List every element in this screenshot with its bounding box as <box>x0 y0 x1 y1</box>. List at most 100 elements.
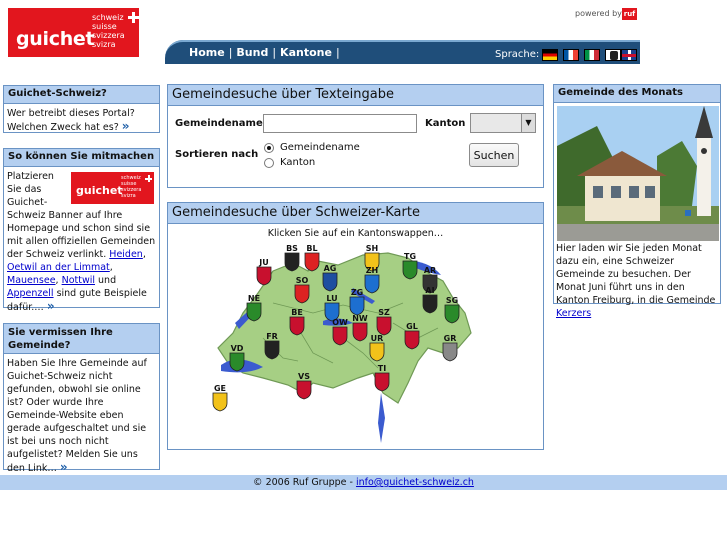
canton-shield-ow-icon[interactable] <box>332 326 348 346</box>
logo-word: guichet <box>16 28 95 50</box>
link-kerzers[interactable]: Kerzers <box>556 308 591 319</box>
canton-shield-bl-icon[interactable] <box>304 252 320 272</box>
canton-crest-ju[interactable]: JU <box>256 258 272 286</box>
more-arrow-icon[interactable]: » <box>122 119 130 133</box>
sort-label: Sortieren nach <box>175 149 259 160</box>
logo-lang-it: svizzera <box>92 31 125 40</box>
more-arrow-icon[interactable]: » <box>60 460 68 474</box>
canton-crest-bl[interactable]: BL <box>304 244 320 272</box>
link-oetwil[interactable]: Oetwil an der Limmat <box>7 262 110 273</box>
canton-crest-fr[interactable]: FR <box>264 332 280 360</box>
house-window-shape <box>629 186 639 198</box>
box-body: Wer betreibt dieses Portal? Welchen Zwec… <box>4 104 159 137</box>
guichet-logo[interactable]: guichet schweiz suisse svizzera svizra <box>8 8 139 57</box>
flag-de-icon[interactable] <box>542 49 558 61</box>
canton-shield-be-icon[interactable] <box>289 316 305 336</box>
link-mauensee[interactable]: Mauensee <box>7 275 56 286</box>
canton-crest-zg[interactable]: ZG <box>349 288 365 316</box>
canton-crest-gr[interactable]: GR <box>442 334 458 362</box>
canton-crest-ge[interactable]: GE <box>212 384 228 412</box>
canton-crest-ow[interactable]: OW <box>332 318 348 346</box>
canton-shield-ag-icon[interactable] <box>322 272 338 292</box>
gemeindename-input[interactable] <box>263 114 417 133</box>
swiss-cross-icon <box>128 12 139 23</box>
box-mitmachen: So können Sie mitmachen guichet schweiz … <box>3 148 160 313</box>
more-arrow-icon[interactable]: » <box>47 299 55 313</box>
canton-shield-tg-icon[interactable] <box>402 260 418 280</box>
logo-lang-rm: svizra <box>92 40 116 49</box>
canton-shield-ge-icon[interactable] <box>212 392 228 412</box>
canton-crest-so[interactable]: SO <box>294 276 310 304</box>
gemeinde-photo[interactable] <box>557 106 719 241</box>
sort-radio-kanton[interactable] <box>264 158 274 168</box>
flag-en-icon[interactable] <box>621 49 637 61</box>
canton-shield-gr-icon[interactable] <box>442 342 458 362</box>
canton-crest-lu[interactable]: LU <box>324 294 340 322</box>
chevron-down-icon[interactable]: ▼ <box>521 114 535 132</box>
lake-maggiore-icon <box>378 393 385 443</box>
canton-shield-ne-icon[interactable] <box>246 302 262 322</box>
canton-label-ju: JU <box>258 258 268 267</box>
canton-shield-fr-icon[interactable] <box>264 340 280 360</box>
canton-shield-ti-icon[interactable] <box>374 372 390 392</box>
flag-fr-icon[interactable] <box>563 49 579 61</box>
flag-it-icon[interactable] <box>584 49 600 61</box>
link-nottwil[interactable]: Nottwil <box>62 275 95 286</box>
flag-rm-icon[interactable] <box>605 49 621 61</box>
canton-label-zg: ZG <box>351 288 363 297</box>
canton-crest-vs[interactable]: VS <box>296 372 312 400</box>
search-button[interactable]: Suchen <box>469 143 519 167</box>
canton-crest-be[interactable]: BE <box>289 308 305 336</box>
canton-label-be: BE <box>291 308 303 317</box>
canton-shield-gl-icon[interactable] <box>404 330 420 350</box>
canton-crest-bs[interactable]: BS <box>284 244 300 272</box>
name-label: Gemeindename <box>175 118 263 129</box>
canton-crest-tg[interactable]: TG <box>402 252 418 280</box>
canton-crest-ne[interactable]: NE <box>246 294 262 322</box>
nav-home[interactable]: Home <box>189 46 225 59</box>
sign-shape <box>685 210 691 216</box>
canton-crest-zh[interactable]: ZH <box>364 266 380 294</box>
link-heiden[interactable]: Heiden <box>109 249 143 260</box>
canton-crest-nw[interactable]: NW <box>352 314 368 342</box>
canton-crest-ur[interactable]: UR <box>369 334 385 362</box>
canton-shield-ai-icon[interactable] <box>422 294 438 314</box>
sort-radio-gemeindename[interactable] <box>264 143 274 153</box>
canton-crest-ag[interactable]: AG <box>322 264 338 292</box>
link-separator: , <box>109 262 113 273</box>
canton-label-sz: SZ <box>378 308 390 317</box>
box-title: Gemeindesuche über Schweizer-Karte <box>168 203 543 224</box>
guichet-banner[interactable]: guichet schweiz suisse svizzera svizra <box>71 172 154 204</box>
email-link[interactable]: info@guichet-schweiz.ch <box>356 477 474 488</box>
canton-shield-vs-icon[interactable] <box>296 380 312 400</box>
canton-shield-ju-icon[interactable] <box>256 266 272 286</box>
ruf-logo[interactable]: ruf <box>622 8 637 20</box>
canton-crest-vd[interactable]: VD <box>229 344 245 372</box>
canton-shield-sg-icon[interactable] <box>444 304 460 324</box>
nav-bund[interactable]: Bund <box>236 46 268 59</box>
canton-crest-gl[interactable]: GL <box>404 322 420 350</box>
canton-shield-so-icon[interactable] <box>294 284 310 304</box>
canton-label-nw: NW <box>352 314 368 323</box>
banner-languages: schweiz suisse svizzera svizra <box>121 175 141 199</box>
month-text: Hier laden wir Sie jeden Monat dazu ein,… <box>556 242 721 320</box>
box-text-search: Gemeindesuche über Texteingabe Gemeinden… <box>167 84 544 188</box>
sort-option-gemeindename: Gemeindename <box>280 142 360 153</box>
canton-shield-zh-icon[interactable] <box>364 274 380 294</box>
canton-crest-sz[interactable]: SZ <box>376 308 392 336</box>
kanton-select[interactable]: ▼ <box>470 113 536 133</box>
canton-label-ai: AI <box>425 286 434 295</box>
canton-shield-sz-icon[interactable] <box>376 316 392 336</box>
canton-shield-vd-icon[interactable] <box>229 352 245 372</box>
nav-kantone[interactable]: Kantone <box>280 46 332 59</box>
swiss-cross-icon <box>145 175 152 182</box>
canton-label-so: SO <box>296 276 309 285</box>
canton-shield-zg-icon[interactable] <box>349 296 365 316</box>
canton-label-gl: GL <box>406 322 418 331</box>
canton-shield-nw-icon[interactable] <box>352 322 368 342</box>
link-appenzell[interactable]: Appenzell <box>7 288 54 299</box>
canton-crest-sg[interactable]: SG <box>444 296 460 324</box>
canton-shield-ur-icon[interactable] <box>369 342 385 362</box>
canton-shield-bs-icon[interactable] <box>284 252 300 272</box>
map-caption: Klicken Sie auf ein Kantonswappen… <box>267 228 444 239</box>
